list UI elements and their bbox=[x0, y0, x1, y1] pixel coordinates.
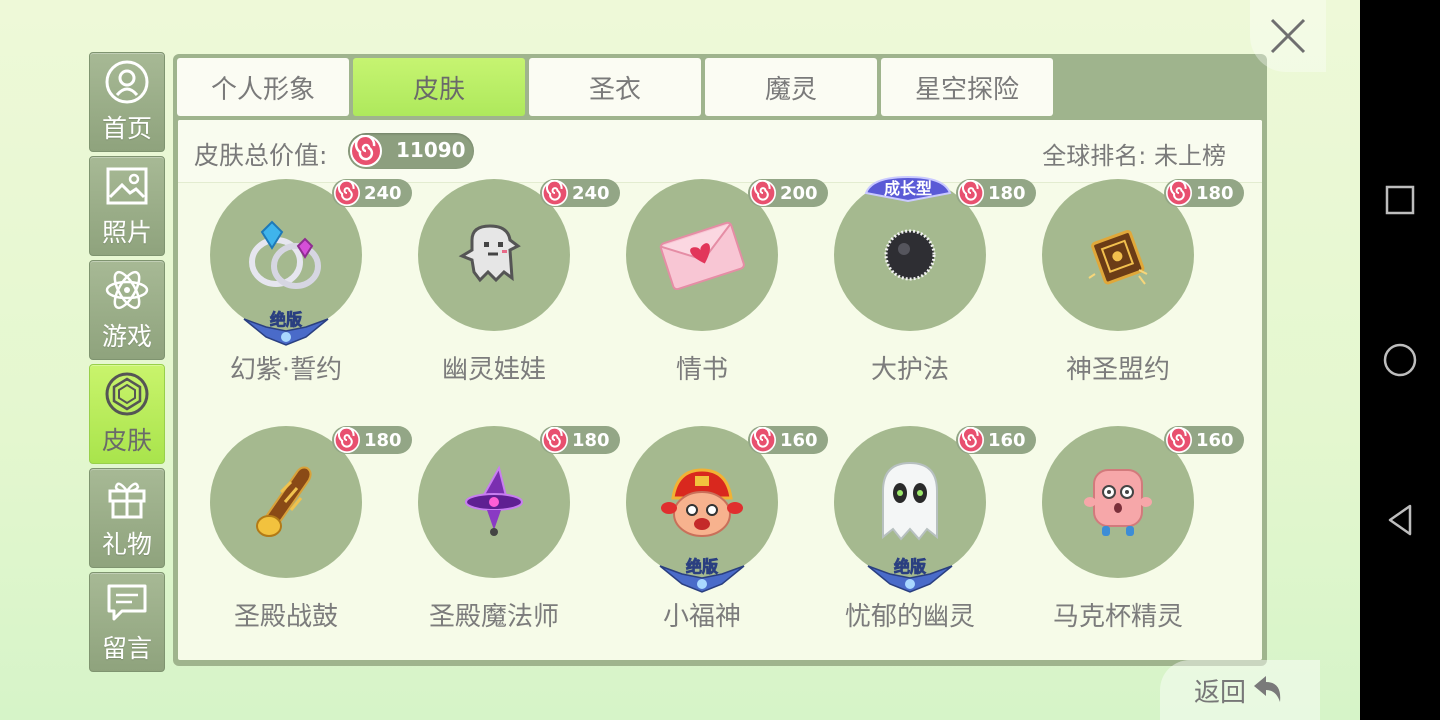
growth-badge: 成长型 bbox=[862, 173, 954, 205]
ring-icon bbox=[249, 220, 321, 289]
candy-icon bbox=[542, 180, 568, 206]
pixel-ghost-icon bbox=[458, 224, 521, 283]
skin-item[interactable]: 绝版 160 小福神 bbox=[594, 426, 828, 660]
skins-content: 皮肤总价值: 11090 全球排名: 未上榜 240 绝版 幻紫·誓约 240 … bbox=[178, 120, 1262, 660]
triangle-back-icon bbox=[1388, 504, 1412, 536]
candy-icon bbox=[958, 427, 984, 453]
back-button[interactable]: 返回 bbox=[1160, 660, 1320, 720]
skin-name: 神圣盟约 bbox=[1065, 355, 1170, 385]
golden-book-icon bbox=[1088, 229, 1148, 285]
recent-apps-button[interactable] bbox=[1380, 180, 1420, 220]
limited-badge: 绝版 bbox=[860, 554, 960, 594]
square-icon bbox=[1385, 185, 1415, 215]
system-nav-bar bbox=[1360, 0, 1440, 720]
skin-grid[interactable]: 240 绝版 幻紫·誓约 240 幽灵娃娃 200 情书 成长型 180 大护法… bbox=[178, 175, 1262, 660]
total-value: 11090 bbox=[396, 138, 466, 162]
sidebar-item-label: 游戏 bbox=[101, 322, 152, 351]
skin-item[interactable]: 240 绝版 幻紫·誓约 bbox=[178, 179, 412, 419]
pink-cube-icon bbox=[1084, 469, 1152, 536]
skin-item[interactable]: 240 幽灵娃娃 bbox=[386, 179, 620, 419]
tab-skins[interactable]: 皮肤 bbox=[353, 58, 525, 116]
skin-item[interactable]: 180 神圣盟约 bbox=[1010, 179, 1244, 419]
skin-item[interactable]: 200 情书 bbox=[594, 179, 828, 419]
sidebar-item-label: 皮肤 bbox=[101, 426, 152, 455]
skin-name: 幻紫·誓约 bbox=[229, 355, 343, 385]
wizard-hat-icon bbox=[465, 465, 523, 536]
sidebar-item-messages[interactable]: 留言 bbox=[89, 572, 165, 672]
tab-avatar[interactable]: 个人形象 bbox=[177, 58, 349, 116]
skin-name: 圣殿战鼓 bbox=[233, 602, 338, 632]
candy-icon bbox=[542, 427, 568, 453]
tab-bar: 个人形象 皮肤 圣衣 魔灵 星空探险 bbox=[177, 58, 1057, 118]
photo-icon bbox=[106, 167, 148, 205]
skins-panel: 个人形象 皮肤 圣衣 魔灵 星空探险 皮肤总价值: 11090 全球排名: 未上… bbox=[173, 54, 1267, 666]
candy-icon bbox=[958, 180, 984, 206]
close-button[interactable] bbox=[1250, 0, 1326, 72]
sidebar-item-gifts[interactable]: 礼物 bbox=[89, 468, 165, 568]
home-button[interactable] bbox=[1380, 340, 1420, 380]
white-ghost-icon bbox=[882, 461, 938, 541]
candy-icon bbox=[1166, 427, 1192, 453]
system-back-button[interactable] bbox=[1380, 500, 1420, 540]
war-horn-icon bbox=[256, 466, 312, 537]
global-rank-label: 全球排名: 未上榜 bbox=[1042, 142, 1226, 170]
price-badge: 180 bbox=[1164, 179, 1244, 207]
tab-spirits[interactable]: 魔灵 bbox=[705, 58, 877, 116]
sidebar-item-home[interactable]: 首页 bbox=[89, 52, 165, 152]
atom-icon bbox=[105, 270, 149, 310]
tab-star-adventure[interactable]: 星空探险 bbox=[881, 58, 1053, 116]
skin-name: 忧郁的幽灵 bbox=[844, 602, 975, 632]
price-value: 160 bbox=[1196, 429, 1234, 451]
home-icon bbox=[105, 60, 149, 104]
skin-name: 幽灵娃娃 bbox=[441, 355, 546, 385]
candy-icon bbox=[750, 427, 776, 453]
sidebar-item-label: 照片 bbox=[101, 218, 152, 247]
sidebar-item-skins[interactable]: 皮肤 bbox=[89, 364, 165, 464]
skin-item[interactable]: 成长型 180 大护法 bbox=[802, 175, 1036, 419]
circle-icon bbox=[1383, 343, 1417, 377]
price-badge: 160 bbox=[1164, 426, 1244, 454]
svg-text:绝版: 绝版 bbox=[686, 557, 718, 576]
svg-text:绝版: 绝版 bbox=[894, 557, 926, 576]
tab-holy-armor[interactable]: 圣衣 bbox=[529, 58, 701, 116]
close-icon bbox=[1270, 18, 1306, 54]
gem-icon bbox=[105, 372, 149, 416]
candy-icon bbox=[350, 135, 382, 167]
sidebar-item-games[interactable]: 游戏 bbox=[89, 260, 165, 360]
sidebar: 首页 照片 游戏 皮肤 礼物 留言 bbox=[89, 52, 167, 676]
fortune-god-icon bbox=[661, 468, 743, 537]
skin-item[interactable]: 180 圣殿战鼓 bbox=[178, 426, 412, 660]
sidebar-item-photo[interactable]: 照片 bbox=[89, 156, 165, 256]
summary-bar: 皮肤总价值: 11090 全球排名: 未上榜 bbox=[178, 120, 1262, 183]
back-arrow-icon bbox=[1254, 676, 1281, 702]
sidebar-item-label: 首页 bbox=[101, 114, 152, 143]
gift-icon bbox=[108, 482, 146, 519]
skin-name: 马克杯精灵 bbox=[1052, 602, 1183, 632]
message-icon bbox=[107, 584, 147, 621]
candy-icon bbox=[334, 427, 360, 453]
skin-name: 圣殿魔法师 bbox=[428, 602, 559, 632]
sidebar-item-label: 礼物 bbox=[101, 530, 152, 559]
skin-name: 情书 bbox=[675, 355, 728, 385]
candy-icon bbox=[1166, 180, 1192, 206]
skin-item[interactable]: 160 马克杯精灵 bbox=[1010, 426, 1244, 660]
limited-badge: 绝版 bbox=[652, 554, 752, 594]
candy-icon bbox=[750, 180, 776, 206]
love-letter-icon bbox=[659, 221, 745, 290]
limited-badge: 绝版 bbox=[236, 307, 336, 347]
svg-text:绝版: 绝版 bbox=[270, 310, 302, 329]
total-value-pill: 11090 bbox=[348, 133, 474, 169]
skin-item[interactable]: 180 圣殿魔法师 bbox=[386, 426, 620, 660]
black-ball-icon bbox=[884, 229, 936, 281]
skin-name: 大护法 bbox=[870, 355, 949, 385]
skin-item[interactable]: 绝版 160 忧郁的幽灵 bbox=[802, 426, 1036, 660]
price-value: 180 bbox=[1196, 182, 1234, 204]
skin-name: 小福神 bbox=[662, 602, 741, 632]
svg-text:成长型: 成长型 bbox=[884, 179, 932, 198]
back-label: 返回 bbox=[1193, 677, 1246, 708]
total-value-label: 皮肤总价值: bbox=[194, 141, 328, 170]
candy-icon bbox=[334, 180, 360, 206]
sidebar-item-label: 留言 bbox=[101, 634, 152, 663]
